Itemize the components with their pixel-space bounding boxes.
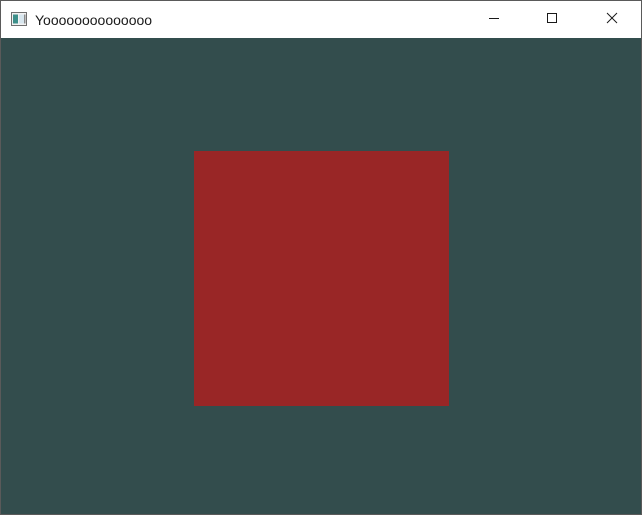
render-canvas[interactable] [1,38,641,514]
window-title: Yoooooooooooooo [35,12,153,28]
app-window: Yoooooooooooooo [0,0,642,515]
red-square [194,151,449,406]
maximize-button[interactable] [523,1,581,38]
window-app-icon[interactable] [11,12,27,26]
close-button[interactable] [583,1,641,38]
close-icon [606,11,618,29]
minimize-icon [488,11,500,29]
maximize-icon [546,11,558,29]
minimize-button[interactable] [465,1,523,38]
title-bar[interactable]: Yoooooooooooooo [1,1,641,38]
